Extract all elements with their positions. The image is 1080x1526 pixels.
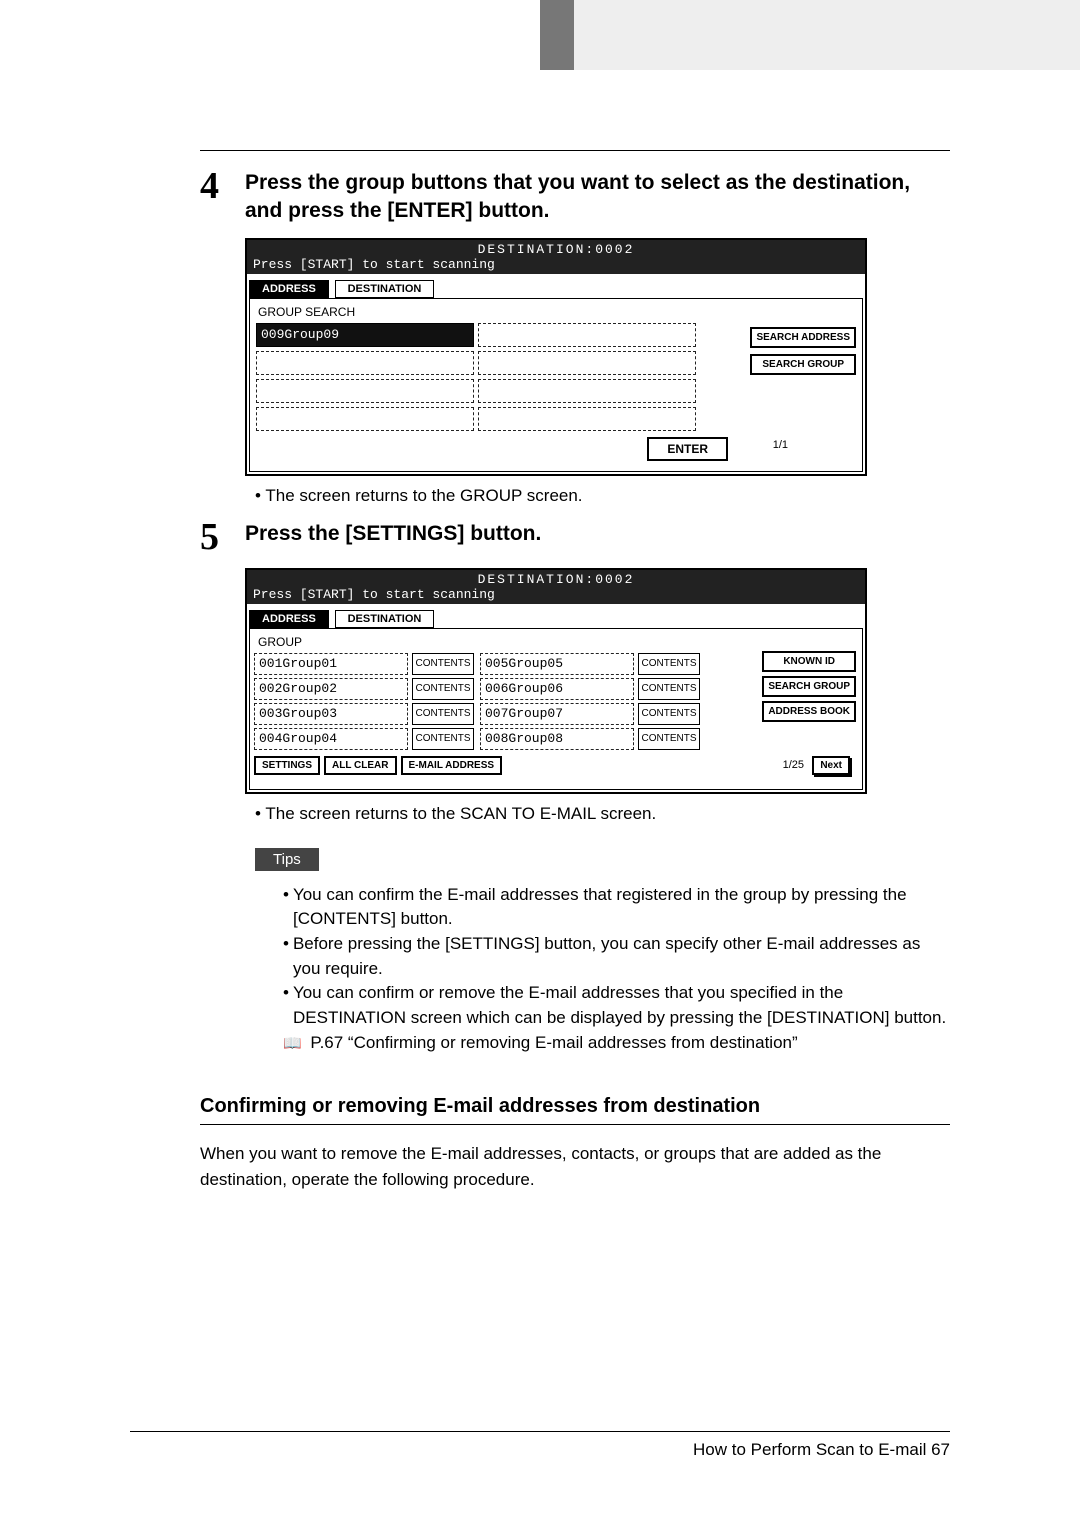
group-row: 004Group04 CONTENTS 008Group08 CONTENTS: [254, 728, 858, 750]
group-slot-empty[interactable]: [256, 407, 474, 431]
contents-button[interactable]: CONTENTS: [412, 703, 474, 725]
xref-text: P.67 “Confirming or removing E-mail addr…: [310, 1033, 797, 1052]
search-address-button[interactable]: SEARCH ADDRESS: [750, 327, 856, 348]
screen-body: GROUP SEARCH 009Group09: [249, 298, 863, 472]
tip-item: You can confirm the E-mail addresses tha…: [255, 883, 950, 932]
footer-text: How to Perform Scan to E-mail 67: [130, 1440, 950, 1460]
contents-button[interactable]: CONTENTS: [638, 678, 700, 700]
group-slot-selected[interactable]: 009Group09: [256, 323, 474, 347]
step-4-title: Press the group buttons that you want to…: [245, 169, 950, 226]
start-prompt: Press [START] to start scanning: [253, 587, 859, 602]
page-indicator: 1/25: [783, 759, 804, 771]
cross-reference: 📖 P.67 “Confirming or removing E-mail ad…: [245, 1031, 950, 1056]
destination-count: DESTINATION:0002: [253, 572, 859, 587]
tips-list: You can confirm the E-mail addresses tha…: [255, 883, 950, 1031]
contents-button[interactable]: CONTENTS: [412, 653, 474, 675]
step-5: 5 Press the [SETTINGS] button.: [200, 520, 950, 556]
start-prompt: Press [START] to start scanning: [253, 257, 859, 272]
step-5-note: The screen returns to the SCAN TO E-MAIL…: [255, 804, 950, 824]
contents-button[interactable]: CONTENTS: [412, 728, 474, 750]
destination-count: DESTINATION:0002: [253, 242, 859, 257]
group-button[interactable]: 007Group07: [480, 703, 634, 725]
known-id-button[interactable]: KNOWN ID: [762, 651, 856, 672]
email-address-button[interactable]: E-MAIL ADDRESS: [401, 756, 503, 775]
book-icon: 📖: [283, 1033, 302, 1055]
group-button[interactable]: 008Group08: [480, 728, 634, 750]
group-button[interactable]: 002Group02: [254, 678, 408, 700]
group-button[interactable]: 006Group06: [480, 678, 634, 700]
search-group-button[interactable]: SEARCH GROUP: [762, 676, 856, 697]
tip-item: Before pressing the [SETTINGS] button, y…: [255, 932, 950, 981]
step-4-screen: DESTINATION:0002 Press [START] to start …: [245, 238, 867, 476]
contents-button[interactable]: CONTENTS: [412, 678, 474, 700]
contents-button[interactable]: CONTENTS: [638, 653, 700, 675]
enter-button[interactable]: ENTER: [647, 437, 728, 461]
group-search-label: GROUP SEARCH: [258, 305, 858, 319]
screen-header: DESTINATION:0002 Press [START] to start …: [247, 570, 865, 604]
step-4: 4 Press the group buttons that you want …: [200, 169, 950, 226]
group-button[interactable]: 003Group03: [254, 703, 408, 725]
group-slot-empty[interactable]: [478, 323, 696, 347]
tab-address[interactable]: ADDRESS: [249, 280, 329, 298]
group-button[interactable]: 001Group01: [254, 653, 408, 675]
tips-label: Tips: [255, 848, 319, 871]
screen-tabs: ADDRESS DESTINATION: [247, 274, 865, 298]
top-rule: [200, 150, 950, 151]
settings-button[interactable]: SETTINGS: [254, 756, 320, 775]
step-5-number: 5: [200, 518, 245, 556]
group-slot-empty[interactable]: [256, 351, 474, 375]
section-rule: [200, 1124, 950, 1125]
screen-body: GROUP 001Group01 CONTENTS 005Group05 CON…: [249, 628, 863, 790]
step-4-number: 4: [200, 167, 245, 205]
group-button[interactable]: 005Group05: [480, 653, 634, 675]
page-indicator: 1/1: [773, 439, 788, 451]
tab-address[interactable]: ADDRESS: [249, 610, 329, 628]
group-slot-empty[interactable]: [478, 351, 696, 375]
all-clear-button[interactable]: ALL CLEAR: [324, 756, 396, 775]
screen-footer: SETTINGS ALL CLEAR E-MAIL ADDRESS 1/25 N…: [254, 756, 858, 775]
group-slot-empty[interactable]: [478, 407, 696, 431]
step-4-note: The screen returns to the GROUP screen.: [255, 486, 950, 506]
tip-item: You can confirm or remove the E-mail add…: [255, 981, 950, 1030]
group-button[interactable]: 004Group04: [254, 728, 408, 750]
footer-rule: [130, 1431, 950, 1432]
address-book-button[interactable]: ADDRESS BOOK: [762, 701, 856, 722]
contents-button[interactable]: CONTENTS: [638, 728, 700, 750]
screen-header: DESTINATION:0002 Press [START] to start …: [247, 240, 865, 274]
page-footer: How to Perform Scan to E-mail 67: [130, 1423, 950, 1460]
step-5-screen: DESTINATION:0002 Press [START] to start …: [245, 568, 867, 794]
search-group-button[interactable]: SEARCH GROUP: [750, 354, 856, 375]
section-paragraph: When you want to remove the E-mail addre…: [200, 1141, 950, 1192]
group-slot-empty[interactable]: [256, 379, 474, 403]
group-label: GROUP: [258, 635, 858, 649]
tab-destination[interactable]: DESTINATION: [335, 610, 435, 628]
contents-button[interactable]: CONTENTS: [638, 703, 700, 725]
tab-destination[interactable]: DESTINATION: [335, 280, 435, 298]
section-heading: Confirming or removing E-mail addresses …: [200, 1095, 950, 1118]
group-slot-empty[interactable]: [478, 379, 696, 403]
step-5-title: Press the [SETTINGS] button.: [245, 520, 541, 548]
next-button[interactable]: Next: [812, 756, 850, 775]
screen-tabs: ADDRESS DESTINATION: [247, 604, 865, 628]
